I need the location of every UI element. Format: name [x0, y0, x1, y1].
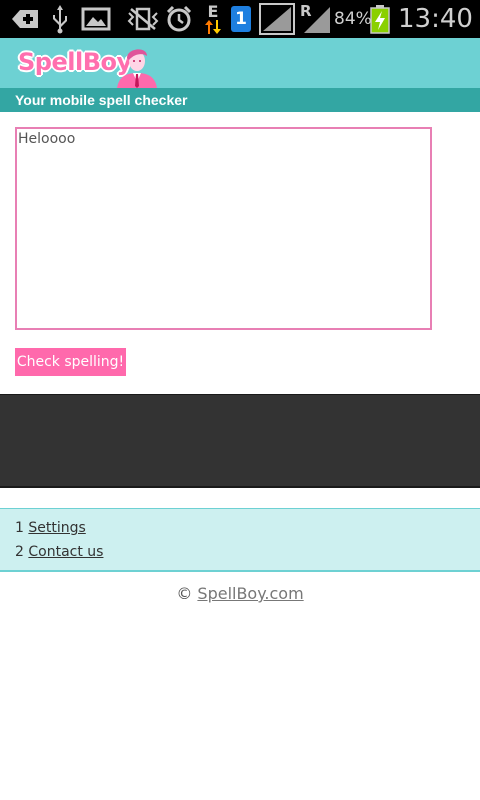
sim-icon: 1	[229, 0, 253, 38]
list-item: 1 Settings	[15, 520, 86, 536]
menu-links: 1 Settings 2 Contact us	[0, 508, 480, 572]
spell-check-textarea[interactable]	[15, 127, 432, 330]
tagline: Your mobile spell checker	[15, 92, 188, 108]
roaming-signal-icon: R	[298, 0, 332, 38]
check-spelling-button[interactable]: Check spelling!	[15, 348, 126, 376]
network-type-label: E	[207, 2, 219, 21]
mascot-icon	[117, 49, 157, 88]
tagline-bar: Your mobile spell checker	[0, 88, 480, 112]
sim-badge-number: 1	[235, 9, 247, 29]
footer: © SpellBoy.com	[0, 584, 480, 603]
battery-percent: 84%	[334, 9, 372, 29]
app-header: SpellBoy	[0, 38, 480, 88]
spellboy-site-link[interactable]: SpellBoy.com	[197, 584, 303, 603]
contact-us-link[interactable]: Contact us	[28, 544, 103, 560]
ad-banner-area	[0, 394, 480, 488]
list-item: 2 Contact us	[15, 544, 103, 560]
image-icon	[80, 0, 112, 38]
alarm-icon	[164, 0, 194, 38]
signal-icon	[258, 0, 296, 38]
clock: 13:40	[398, 4, 473, 34]
status-bar: E 1 R 84% 13:40	[0, 0, 480, 38]
add-icon	[8, 0, 42, 38]
usb-icon	[48, 0, 72, 38]
settings-link[interactable]: Settings	[28, 520, 85, 536]
list-number: 2	[15, 544, 24, 560]
vibrate-off-icon	[126, 0, 160, 38]
textarea-value: Heloooo	[18, 131, 76, 147]
list-number: 1	[15, 520, 24, 536]
copyright-symbol: ©	[176, 584, 193, 603]
data-arrows-icon: E	[201, 0, 225, 38]
battery-charging-icon	[369, 0, 391, 38]
